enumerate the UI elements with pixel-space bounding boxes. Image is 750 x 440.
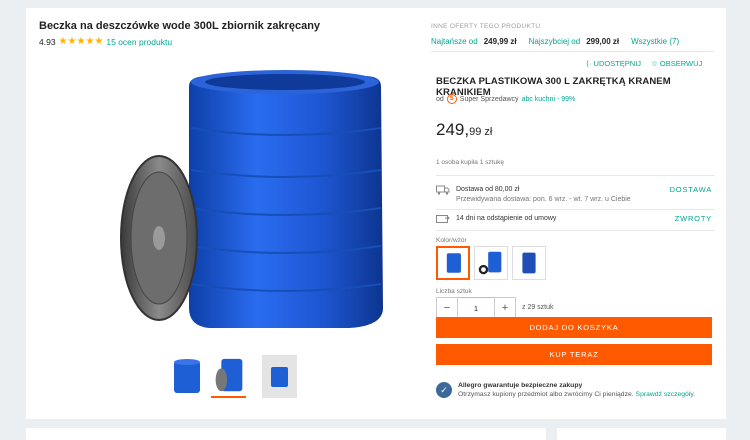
variant-swatch-2[interactable] (474, 246, 508, 280)
rating-row: 4.93 ★★★★★ 15 ocen produktu (39, 36, 172, 47)
page-title: Beczka na deszczówke wode 300L zbiornik … (39, 20, 321, 32)
main-product-image[interactable] (99, 58, 389, 338)
add-to-cart-button[interactable]: DODAJ DO KOSZYKA (436, 317, 712, 338)
thumbnail-1[interactable] (170, 355, 205, 398)
price-main: 249, (436, 120, 470, 139)
share-label: UDOSTĘPNIJ (593, 59, 642, 68)
seller-prefix: od (436, 95, 444, 103)
thumbnail-2[interactable] (211, 355, 246, 398)
star-outline-icon: ☆ (651, 59, 658, 68)
purchase-count: 1 osoba kupiła 1 sztukę (436, 159, 504, 166)
quantity-minus-button[interactable]: − (436, 297, 458, 318)
buy-now-button[interactable]: KUP TERAZ (436, 344, 712, 365)
next-section-card (26, 428, 546, 440)
divider (436, 175, 714, 176)
cheapest-offer-price: 249,99 zł (483, 37, 517, 46)
truck-icon (436, 185, 450, 195)
return-box-icon (436, 215, 450, 223)
product-price: 249,99 zł (436, 120, 492, 140)
divider (436, 209, 714, 210)
delivery-title: Dostawa od 80,00 zł (456, 186, 520, 193)
fastest-offer-link[interactable]: Najszybciej od (529, 37, 581, 46)
divider (436, 230, 714, 231)
all-offers-link[interactable]: Wszystkie (7) (631, 37, 679, 46)
product-card: Beczka na deszczówke wode 300L zbiornik … (26, 8, 726, 419)
seller-type: Super Sprzedawcy (459, 95, 519, 103)
returns-link[interactable]: ZWROTY (675, 214, 712, 223)
shield-icon: ✓ (436, 382, 452, 398)
price-cents: 99 zł (469, 126, 493, 138)
guarantee-title: Allegro gwarantuje bezpieczne zakupy (458, 382, 583, 389)
returns-row: 14 dni na odstąpienie od umowy ZWROTY (436, 214, 714, 226)
quantity-plus-button[interactable]: + (494, 297, 516, 318)
rating-stars-icon: ★★★★★ (58, 36, 104, 47)
variant-swatch-3[interactable] (512, 246, 546, 280)
quantity-available: z 29 sztuk (522, 304, 554, 311)
variant-label: Kolor/wzór (436, 237, 467, 244)
delivery-text: Dostawa od 80,00 zł Przewidywana dostawa… (456, 185, 631, 205)
guarantee-description: Otrzymasz kupiony przedmiot albo zwrócim… (458, 391, 634, 398)
variant-swatch-1[interactable] (436, 246, 470, 280)
delivery-row: Dostawa od 80,00 zł Przewidywana dostawa… (436, 185, 714, 207)
fastest-offer-price: 299,00 zł (586, 37, 620, 46)
guarantee-details-link[interactable]: Sprawdź szczegóły. (636, 391, 696, 398)
cheapest-offer-link[interactable]: Najtańsze od (431, 37, 478, 46)
other-offers-label: INNE OFERTY TEGO PRODUKTU (431, 23, 541, 30)
ratings-link[interactable]: 15 ocen produktu (106, 37, 172, 47)
seller-row: od S Super Sprzedawcy abc kuchni - 99% (436, 94, 575, 104)
share-button[interactable]: ⟨· UDOSTĘPNIJ (586, 59, 641, 68)
quantity-input[interactable]: 1 (458, 297, 494, 318)
seller-link[interactable]: abc kuchni - 99% (522, 96, 576, 103)
rating-value: 4.93 (39, 36, 56, 47)
quantity-stepper: − 1 + z 29 sztuk (436, 297, 554, 318)
share-watch-row: ⟨· UDOSTĘPNIJ ☆ OBSERWUJ (586, 59, 702, 68)
returns-text: 14 dni na odstąpienie od umowy (456, 215, 557, 222)
next-section-card (557, 428, 726, 440)
watch-label: OBSERWUJ (659, 59, 703, 68)
thumbnail-3[interactable] (262, 355, 297, 398)
watch-button[interactable]: ☆ OBSERWUJ (651, 59, 702, 68)
delivery-link[interactable]: DOSTAWA (670, 185, 712, 194)
divider (431, 51, 714, 52)
share-icon: ⟨· (586, 59, 592, 68)
super-seller-icon: S (446, 94, 457, 104)
other-offers-row: Najtańsze od 249,99 zł Najszybciej od 29… (431, 37, 679, 46)
guarantee-text: Allegro gwarantuje bezpieczne zakupy Otr… (458, 381, 708, 399)
delivery-estimate: Przewidywana dostawa: pon. 6 wrz. - wt. … (456, 196, 631, 203)
quantity-label: Liczba sztuk (436, 288, 472, 295)
